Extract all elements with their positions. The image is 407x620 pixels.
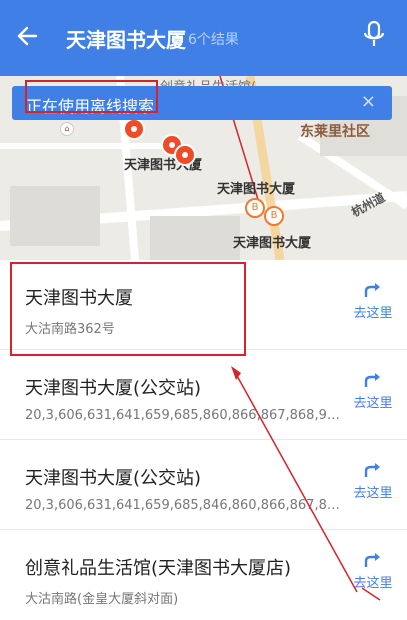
- location-pin-icon[interactable]: [174, 144, 196, 166]
- arrow-left-icon: [17, 26, 38, 46]
- turn-right-icon: [364, 553, 380, 567]
- bus-stop-icon[interactable]: B: [245, 198, 265, 218]
- list-item[interactable]: 天津图书大厦(公交站) 20,3,606,631,641,659,685,860…: [0, 350, 407, 440]
- search-query[interactable]: 天津图书大厦: [66, 24, 186, 53]
- navigate-button[interactable]: 去这里: [349, 372, 397, 418]
- list-item[interactable]: 创意礼品生活馆(天津图书大厦店) 大沽南路(金皇大厦斜对面) 去这里: [0, 530, 407, 620]
- close-icon: ×: [360, 91, 376, 112]
- map-label-bus-1: 天津图书大厦: [217, 182, 296, 197]
- result-count: 6个结果: [188, 32, 239, 48]
- result-subtitle: 大沽南路(金皇大厦斜对面): [25, 592, 179, 607]
- search-header: 天津图书大厦 6个结果: [0, 0, 407, 76]
- map-label-bus-2: 天津图书大厦: [233, 236, 312, 251]
- navigate-label: 去这里: [353, 396, 393, 411]
- voice-search-button[interactable]: [362, 20, 386, 50]
- result-title: 天津图书大厦(公交站): [25, 468, 202, 489]
- annotation-box-first-result: [10, 262, 246, 356]
- back-button[interactable]: [14, 22, 44, 52]
- navigate-button[interactable]: 去这里: [349, 552, 397, 598]
- turn-right-icon: [364, 283, 380, 297]
- annotation-box-banner: [25, 80, 158, 113]
- result-title: 天津图书大厦(公交站): [25, 378, 202, 399]
- map-label-district: 东莱里社区: [300, 124, 370, 140]
- poi-home-icon[interactable]: ⌂: [60, 122, 74, 136]
- close-banner-button[interactable]: ×: [361, 91, 376, 112]
- navigate-label: 去这里: [353, 306, 393, 321]
- result-subtitle: 20,3,606,631,641,659,685,846,860,866,867…: [25, 498, 343, 513]
- list-item[interactable]: 天津图书大厦(公交站) 20,3,606,631,641,659,685,846…: [0, 440, 407, 530]
- turn-right-icon: [364, 463, 380, 477]
- navigate-button[interactable]: 去这里: [349, 282, 397, 328]
- navigate-label: 去这里: [353, 486, 393, 501]
- navigate-button[interactable]: 去这里: [349, 462, 397, 508]
- turn-right-icon: [364, 373, 380, 387]
- bus-stop-icon[interactable]: B: [264, 206, 284, 226]
- result-title: 创意礼品生活馆(天津图书大厦店): [25, 558, 292, 579]
- result-subtitle: 20,3,606,631,641,659,685,860,866,867,868…: [25, 408, 343, 423]
- navigate-label: 去这里: [353, 576, 393, 591]
- microphone-icon: [363, 20, 385, 46]
- location-pin-icon[interactable]: [123, 118, 145, 140]
